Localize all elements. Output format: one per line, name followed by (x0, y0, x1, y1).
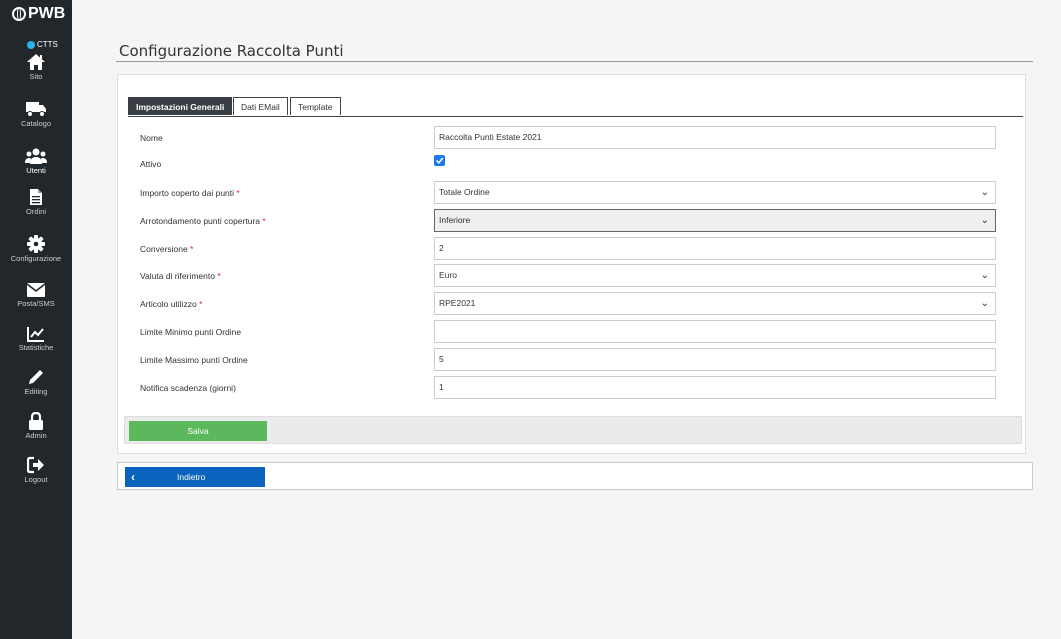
save-button[interactable]: Salva (129, 421, 267, 441)
sidebar-item-editing[interactable]: Editing (0, 368, 72, 396)
tab-template[interactable]: Template (290, 97, 341, 115)
required-marker: * (190, 244, 194, 254)
tab-impostazioni-generali[interactable]: Impostazioni Generali (128, 97, 233, 115)
settings-panel: Impostazioni Generali Dati EMail Templat… (117, 74, 1026, 454)
org-label: CTTS (37, 40, 58, 49)
valuta-select[interactable]: Euro ⌄ (434, 264, 996, 287)
sidebar-item-label: Catalogo (20, 119, 52, 128)
sidebar-item-posta-sms[interactable]: Posta/SMS (0, 282, 72, 308)
form-row-limite-massimo: Limite Massimo punti Ordine 5 (118, 348, 1025, 371)
chevron-down-icon: ⌄ (980, 215, 989, 226)
nome-input[interactable]: Raccolta Punti Estate 2021 (434, 126, 996, 149)
truck-icon (26, 102, 46, 117)
sidebar-item-sito[interactable]: Sito (0, 53, 72, 81)
select-value: Euro (439, 270, 457, 280)
sidebar-item-statistiche[interactable]: Statistiche (0, 326, 72, 352)
sidebar-item-label: Ordini (25, 207, 46, 216)
limite-minimo-input[interactable] (434, 320, 996, 343)
form-row-limite-minimo: Limite Minimo punti Ordine (118, 320, 1025, 343)
field-label: Conversione * (140, 244, 194, 254)
sidebar-item-ordini[interactable]: Ordini (0, 188, 72, 216)
limite-massimo-input[interactable]: 5 (434, 348, 996, 371)
sidebar-item-label: Editing (24, 387, 48, 396)
chevron-down-icon: ⌄ (980, 270, 989, 281)
page-title: Configurazione Raccolta Punti (119, 42, 344, 60)
chevron-down-icon: ⌄ (980, 298, 989, 309)
form-row-arrotondamento: Arrotondamento punti copertura * Inferio… (118, 209, 1025, 232)
envelope-icon (26, 283, 46, 297)
field-label: Importo coperto dai punti * (140, 188, 240, 198)
chevron-left-icon: ‹ (131, 470, 135, 484)
form-row-importo-coperto: Importo coperto dai punti * Totale Ordin… (118, 181, 1025, 204)
sidebar-item-catalogo[interactable]: Catalogo (0, 100, 72, 128)
tab-dati-email[interactable]: Dati EMail (233, 97, 288, 115)
globe-icon (12, 7, 26, 21)
sidebar-item-label: Statistiche (18, 343, 54, 352)
check-icon (435, 157, 444, 164)
back-button[interactable]: ‹ Indietro (125, 467, 265, 487)
conversione-input[interactable]: 2 (434, 237, 996, 260)
sidebar-item-label: Admin (25, 431, 47, 440)
form-row-attivo: Attivo (118, 153, 1025, 176)
pencil-icon (29, 370, 43, 384)
logo-text: PWB (28, 5, 66, 22)
arrotondamento-select[interactable]: Inferiore ⌄ (434, 209, 996, 232)
lock-icon (29, 412, 43, 430)
main-content: Configurazione Raccolta Punti Impostazio… (72, 0, 1061, 639)
back-panel: ‹ Indietro (117, 462, 1033, 490)
sidebar-item-label: Sito (29, 72, 43, 81)
sidebar-item-label: Utenti (26, 166, 46, 175)
required-marker: * (262, 216, 266, 226)
field-label: Limite Massimo punti Ordine (140, 355, 248, 365)
org-indicator: CTTS (27, 40, 58, 49)
sidebar-item-label: Posta/SMS (17, 299, 55, 308)
field-label: Notifica scadenza (giorni) (140, 383, 236, 393)
sidebar-item-label: Logout (24, 475, 48, 484)
importo-coperto-select[interactable]: Totale Ordine ⌄ (434, 181, 996, 204)
sidebar-item-label: Configurazione (10, 254, 62, 263)
status-dot-icon (27, 40, 35, 49)
back-label: Indietro (177, 472, 206, 482)
form-row-articolo: Articolo utilizzo * RPE2021 ⌄ (118, 292, 1025, 315)
form-row-conversione: Conversione * 2 (118, 237, 1025, 260)
form-row-nome: Nome Raccolta Punti Estate 2021 (118, 126, 1025, 149)
sidebar-item-utenti[interactable]: Utenti (0, 147, 72, 175)
select-value: Totale Ordine (439, 187, 490, 197)
app-logo[interactable]: PWB (12, 5, 65, 23)
required-marker: * (236, 188, 240, 198)
sidebar-item-logout[interactable]: Logout (0, 456, 72, 484)
chevron-down-icon: ⌄ (980, 187, 989, 198)
sidebar-item-configurazione[interactable]: Configurazione (0, 235, 72, 263)
attivo-checkbox[interactable] (434, 155, 445, 166)
select-value: Inferiore (439, 215, 471, 225)
logout-icon (27, 456, 44, 474)
field-label: Attivo (140, 159, 162, 169)
file-icon (30, 189, 42, 205)
title-divider (116, 61, 1033, 62)
home-icon (27, 54, 45, 70)
sidebar: PWB CTTS Sito Catalogo Utenti Ordini Con… (0, 0, 72, 639)
field-label: Articolo utilizzo * (140, 299, 203, 309)
field-label: Nome (140, 133, 163, 143)
users-icon (25, 148, 47, 164)
required-marker: * (199, 299, 203, 309)
tab-bar: Impostazioni Generali Dati EMail Templat… (128, 97, 1023, 117)
save-bar: Salva (124, 416, 1022, 444)
required-marker: * (217, 271, 221, 281)
form-row-valuta: Valuta di riferimento * Euro ⌄ (118, 264, 1025, 287)
gear-icon (27, 235, 45, 253)
field-label: Valuta di riferimento * (140, 271, 221, 281)
field-label: Arrotondamento punti copertura * (140, 216, 266, 226)
chart-icon (27, 327, 44, 342)
form-row-notifica-scadenza: Notifica scadenza (giorni) 1 (118, 376, 1025, 399)
select-value: RPE2021 (439, 298, 476, 308)
articolo-select[interactable]: RPE2021 ⌄ (434, 292, 996, 315)
field-label: Limite Minimo punti Ordine (140, 327, 242, 337)
notifica-scadenza-input[interactable]: 1 (434, 376, 996, 399)
sidebar-item-admin[interactable]: Admin (0, 412, 72, 440)
